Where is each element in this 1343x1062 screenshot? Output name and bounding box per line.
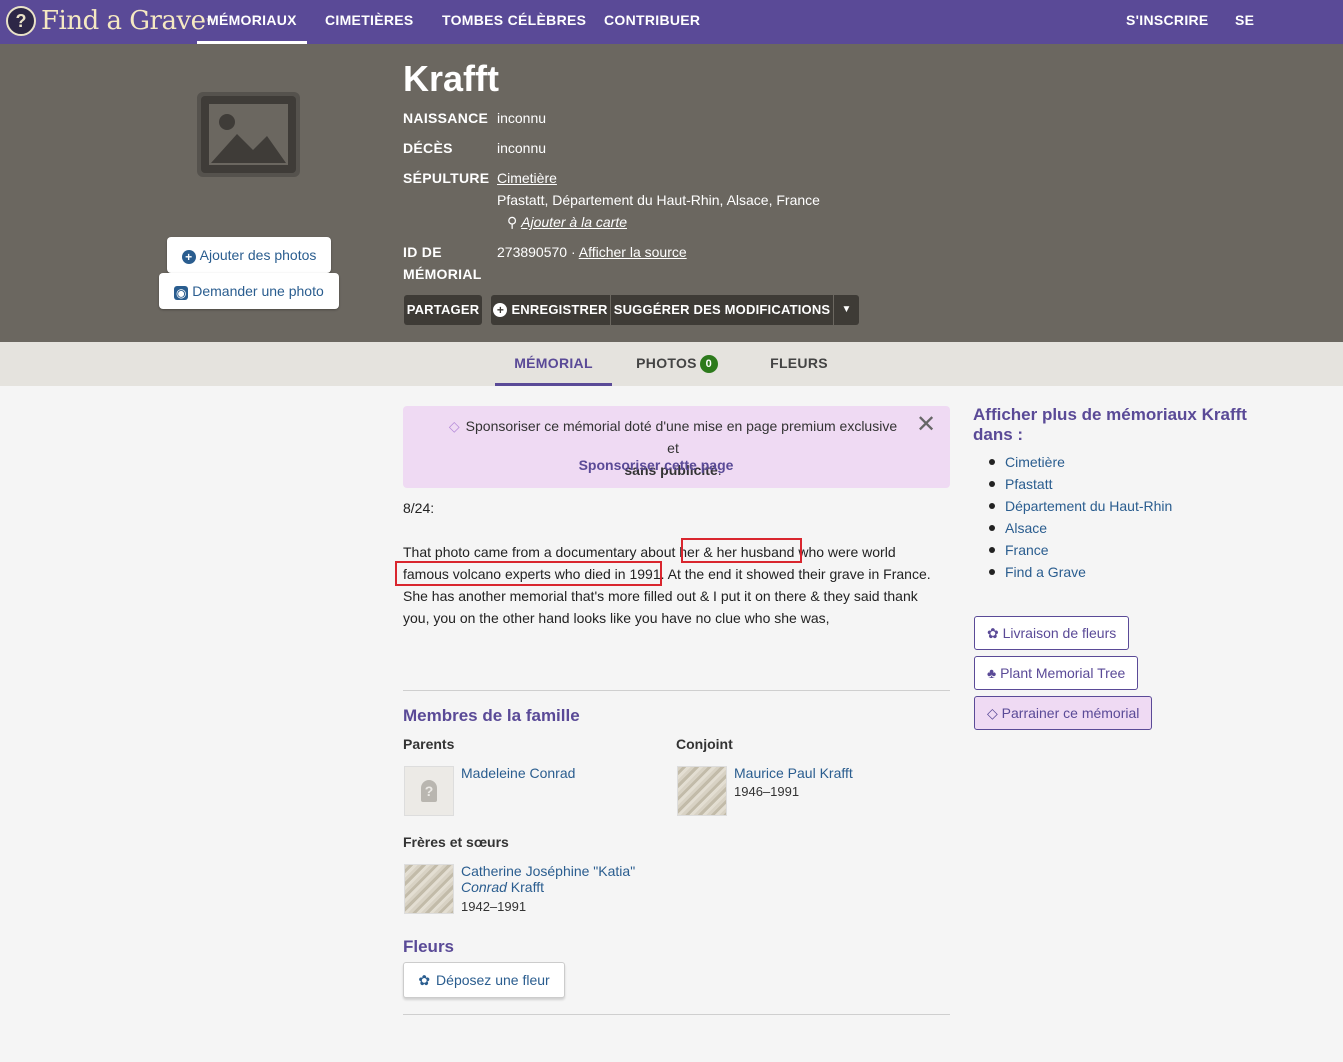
more-memorials-title: Afficher plus de mémoriaux Krafft dans : (973, 405, 1247, 444)
bio-date: 8/24: (403, 500, 435, 516)
sibling-dates: 1942–1991 (461, 899, 527, 914)
tree-icon: ♣ (987, 665, 997, 681)
birth-value: inconnu (497, 110, 547, 126)
tab-flowers[interactable]: FLEURS0 (761, 342, 837, 415)
caret-down-icon: ▼ (841, 304, 852, 315)
diamond-icon: ◇ (448, 418, 460, 434)
sidebar-link-country[interactable]: France (989, 539, 1172, 561)
memorial-header: + Ajouter des photos ◉ Demander une photo … (0, 44, 1343, 342)
suggest-edits-button[interactable]: SUGGÉRER DES MODIFICATIONS (611, 295, 833, 325)
spouse-link[interactable]: Maurice Paul Krafft (734, 765, 853, 781)
memorial-tabs: MÉMORIAL PHOTOS0 FLEURS0 (0, 342, 1343, 415)
sidebar-link-find-a-grave[interactable]: Find a Grave (989, 561, 1172, 583)
image-placeholder-icon (201, 96, 296, 173)
diamond-icon: ◇ (987, 705, 998, 721)
parent-thumbnail[interactable]: ? (404, 766, 454, 816)
nav-cemeteries[interactable]: CIMETIÈRES (325, 0, 414, 44)
burial-cemetery-link[interactable]: Cimetière (497, 167, 557, 189)
flower-icon: ✿ (987, 625, 999, 641)
sibling-link[interactable]: Catherine Joséphine "Katia" Conrad Kraff… (461, 863, 661, 895)
siblings-label: Frères et sœurs (403, 834, 509, 850)
flower-icon: ✿ (418, 972, 431, 988)
add-to-map-link[interactable]: ⚲ Ajouter à la carte (507, 211, 627, 233)
flower-delivery-button[interactable]: ✿ Livraison de fleurs (974, 616, 1130, 650)
add-photos-button[interactable]: + Ajouter des photos (167, 237, 331, 273)
close-icon[interactable]: ✕ (916, 413, 936, 437)
nav-famous-graves[interactable]: TOMBES CÉLÈBRES (442, 0, 586, 44)
parents-label: Parents (403, 736, 455, 752)
plus-circle-icon: + (181, 250, 196, 264)
nav-contribute[interactable]: CONTRIBUER (604, 0, 700, 44)
memorial-name: Krafft (403, 58, 499, 99)
camera-icon: ◉ (174, 286, 189, 300)
sidebar-link-region[interactable]: Alsace (989, 517, 1172, 539)
more-memorials-list: Cimetière Pfastatt Département du Haut-R… (989, 451, 1172, 583)
sidebar-link-department[interactable]: Département du Haut-Rhin (989, 495, 1172, 517)
burial-label: SÉPULTURE (403, 170, 490, 186)
plus-circle-icon: + (493, 303, 508, 317)
spouse-label: Conjoint (676, 736, 733, 752)
map-pin-icon: ⚲ (507, 214, 518, 230)
logo-icon: ? (6, 6, 36, 36)
photo-placeholder[interactable] (197, 92, 300, 177)
leave-flower-button[interactable]: ✿ Déposez une fleur (403, 962, 565, 998)
view-source-link[interactable]: Afficher la source (579, 244, 687, 260)
nav-memorials[interactable]: MÉMORIAUX (197, 0, 307, 44)
request-photo-button[interactable]: ◉ Demander une photo (159, 273, 339, 309)
family-members-title: Membres de la famille (403, 706, 580, 725)
logo-text: Find a Grave (41, 6, 206, 36)
highlight-box (395, 561, 662, 586)
death-value: inconnu (497, 140, 547, 156)
photos-count-badge: 0 (699, 355, 718, 373)
death-label: DÉCÈS (403, 140, 453, 156)
memorial-id-label-2: MÉMORIAL (403, 266, 482, 282)
birth-label: NAISSANCE (403, 110, 489, 126)
nav-login[interactable]: SE CONNECTER (1235, 0, 1343, 68)
flowers-title: Fleurs (403, 937, 455, 956)
burial-place: Pfastatt, Département du Haut-Rhin, Alsa… (497, 192, 820, 208)
spouse-dates: 1946–1991 (734, 784, 800, 799)
highlight-box (681, 538, 802, 563)
sibling-thumbnail[interactable] (404, 864, 454, 914)
more-actions-dropdown[interactable]: ▼ (834, 295, 859, 325)
sidebar-link-city[interactable]: Pfastatt (989, 473, 1172, 495)
top-nav: ? Find a Grave ™ MÉMORIAUX CIMETIÈRES TOM… (0, 0, 1343, 68)
find-a-grave-logo[interactable]: ? Find a Grave ™ (6, 4, 214, 38)
spouse-thumbnail[interactable] (677, 766, 727, 816)
sidebar-link-cemetery[interactable]: Cimetière (989, 451, 1172, 473)
tab-photos[interactable]: PHOTOS 0 (636, 342, 718, 386)
nav-signup[interactable]: S'INSCRIRE (1126, 0, 1209, 44)
share-button[interactable]: PARTAGER (404, 295, 482, 325)
divider (403, 1014, 950, 1015)
parent-link[interactable]: Madeleine Conrad (461, 765, 575, 781)
plant-tree-button[interactable]: ♣ Plant Memorial Tree (974, 656, 1139, 690)
sponsor-page-link[interactable]: Sponsoriser cette page (403, 457, 909, 473)
divider (403, 690, 950, 691)
sponsor-banner: ◇ Sponsoriser ce mémorial doté d'une mise… (403, 406, 950, 488)
sponsor-memorial-button[interactable]: ◇ Parrainer ce mémorial (974, 696, 1153, 730)
memorial-id-label-1: ID DE (403, 244, 442, 260)
unknown-person-icon: ? (421, 780, 437, 802)
tab-memorial[interactable]: MÉMORIAL (495, 342, 612, 386)
memorial-id: 273890570 · Afficher la source (497, 244, 687, 260)
save-button[interactable]: + ENREGISTRER (491, 295, 610, 325)
